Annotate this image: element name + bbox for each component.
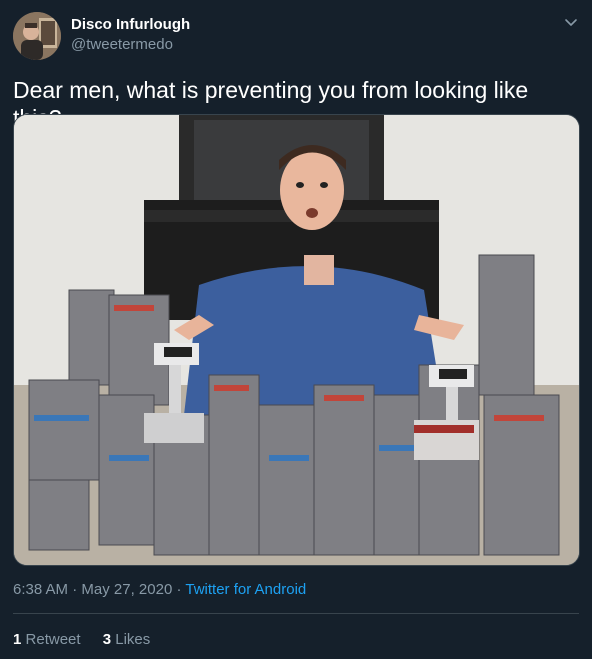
likes-label: Likes	[115, 631, 151, 648]
tweet-meta: 6:38 AM · May 27, 2020 · Twitter for And…	[13, 580, 306, 600]
retweets-stat[interactable]: 1 Retweet	[13, 631, 81, 648]
chevron-down-icon[interactable]	[563, 14, 579, 30]
tweet-date[interactable]: May 27, 2020	[81, 581, 172, 598]
tweet-source-link[interactable]: Twitter for Android	[185, 581, 306, 598]
avatar[interactable]	[13, 12, 61, 60]
tweet-stats: 1 Retweet 3 Likes	[13, 630, 168, 650]
retweets-label: Retweet	[25, 631, 81, 648]
user-handle[interactable]: @tweetermedo	[71, 35, 190, 55]
tweet-card: Disco Infurlough @tweetermedo Dear men, …	[0, 0, 592, 659]
divider	[13, 613, 579, 614]
likes-count: 3	[102, 631, 112, 648]
user-names: Disco Infurlough @tweetermedo	[71, 15, 190, 55]
meta-separator: ·	[172, 581, 186, 598]
tweet-photo[interactable]	[13, 114, 580, 566]
avatar-icon	[13, 12, 61, 60]
tweet-header: Disco Infurlough @tweetermedo	[13, 12, 579, 60]
likes-stat[interactable]: 3 Likes	[103, 631, 151, 648]
display-name[interactable]: Disco Infurlough	[71, 15, 190, 35]
photo-icon	[14, 115, 579, 565]
tweet-time[interactable]: 6:38 AM	[13, 581, 68, 598]
meta-separator: ·	[68, 581, 82, 598]
retweets-count: 1	[13, 631, 22, 648]
